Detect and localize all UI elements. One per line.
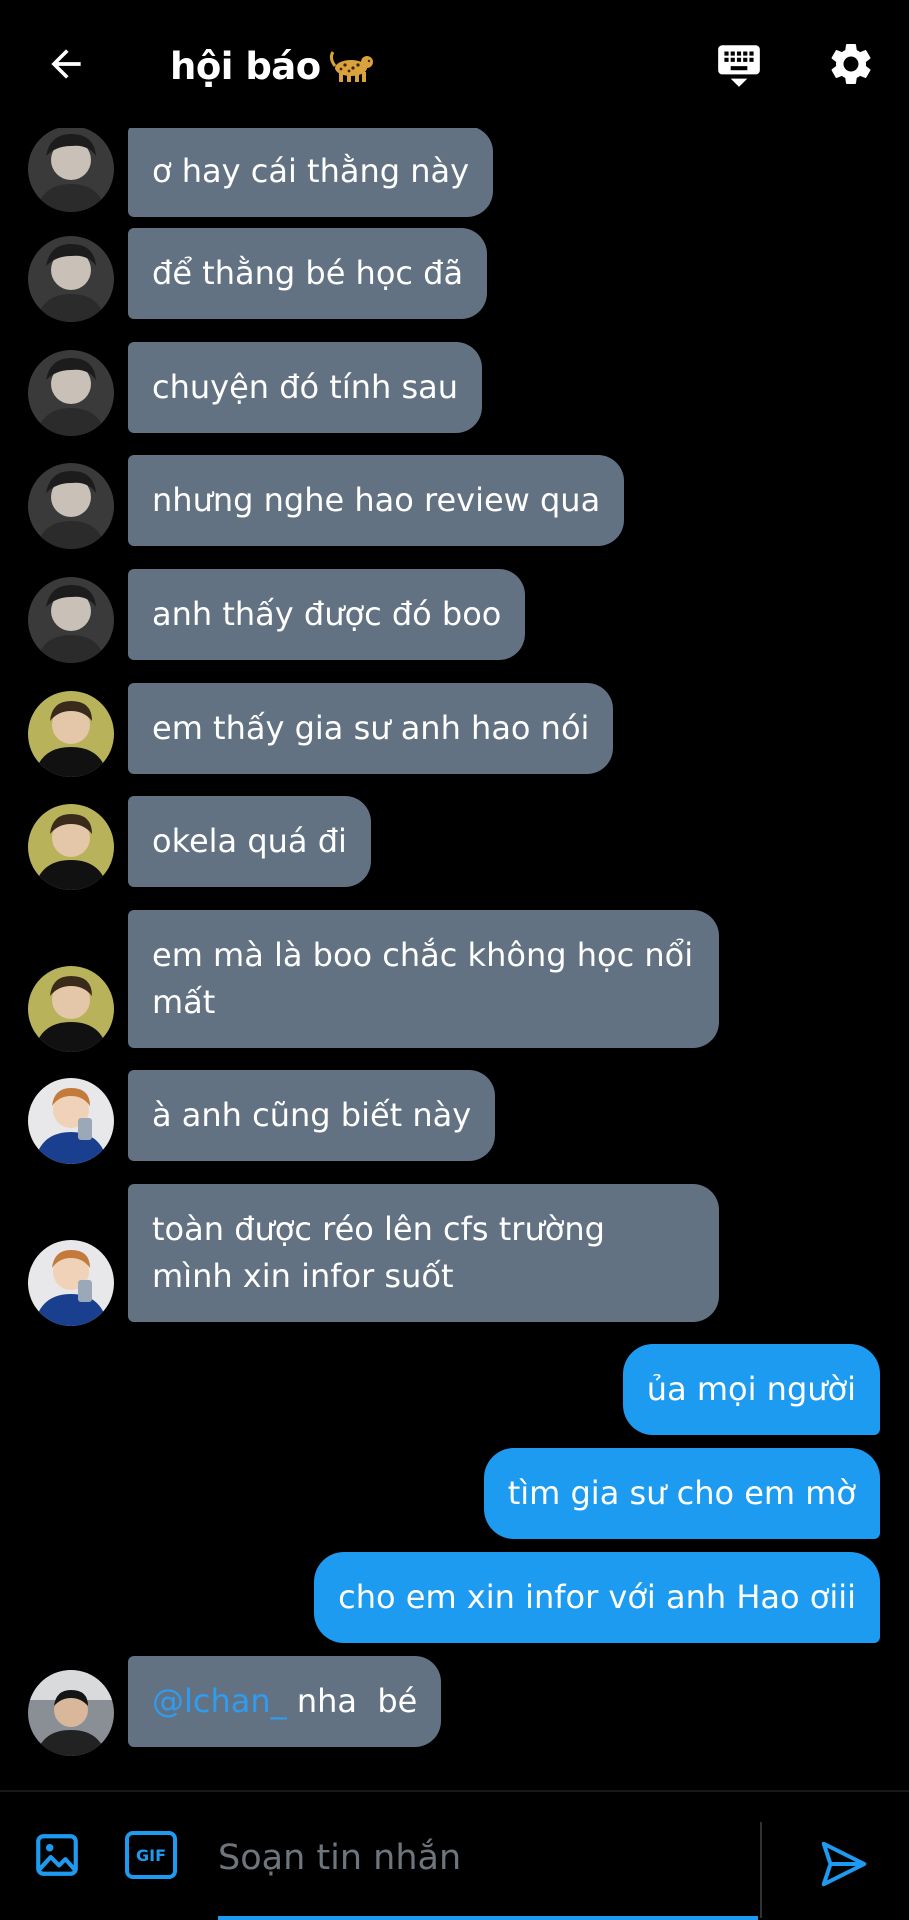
avatar[interactable]: [28, 1670, 114, 1756]
message-text: okela quá đi: [152, 822, 347, 860]
message-text: ủa mọi người: [646, 1370, 856, 1408]
message-text: nha bé: [286, 1682, 418, 1720]
message-input[interactable]: [200, 1820, 740, 1896]
message-text: anh thấy được đó boo: [152, 595, 502, 633]
message-composer: GIF: [0, 1790, 909, 1920]
message-bubble[interactable]: toàn được réo lên cfs trường mình xin in…: [128, 1184, 719, 1322]
message-text: nhưng nghe hao review qua: [152, 481, 601, 519]
message-bubble-outgoing[interactable]: cho em xin infor với anh Hao ơiii: [314, 1552, 880, 1643]
leopard-emoji-icon: [329, 51, 373, 82]
message-bubble[interactable]: chuyện đó tính sau: [128, 342, 483, 433]
arrow-left-icon: [51, 49, 81, 79]
avatar[interactable]: [28, 577, 114, 663]
back-button[interactable]: [40, 38, 92, 90]
composer-divider: [760, 1822, 762, 1918]
conversation-title[interactable]: hội báo: [170, 40, 377, 92]
message-text: em mà là boo chắc không học nổi mất: [152, 936, 694, 1021]
message-bubble[interactable]: okela quá đi: [128, 796, 371, 887]
message-bubble-outgoing[interactable]: ủa mọi người: [622, 1344, 880, 1435]
message-bubble[interactable]: em mà là boo chắc không học nổi mất: [128, 910, 719, 1048]
message-bubble-outgoing[interactable]: tìm gia sư cho em mờ: [483, 1448, 880, 1539]
message-text: tìm gia sư cho em mờ: [507, 1474, 856, 1512]
avatar[interactable]: [28, 126, 114, 212]
message-text: chuyện đó tính sau: [152, 368, 459, 406]
message-bubble[interactable]: để thằng bé học đã: [128, 228, 488, 319]
image-icon: [36, 1834, 78, 1876]
keyboard-icon: [718, 45, 760, 87]
chat-header: hội báo: [0, 0, 909, 128]
message-text: để thằng bé học đã: [152, 254, 464, 292]
avatar[interactable]: [28, 350, 114, 436]
send-icon: [821, 1841, 867, 1887]
avatar[interactable]: [28, 1240, 114, 1326]
avatar[interactable]: [28, 463, 114, 549]
gif-label: GIF: [135, 1845, 166, 1865]
avatar[interactable]: [28, 236, 114, 322]
add-photo-button[interactable]: [30, 1828, 84, 1882]
message-list[interactable]: ơ hay cái thằng này để thằng bé học đã c…: [0, 0, 909, 1790]
message-text: ơ hay cái thằng này: [152, 152, 470, 190]
message-text: à anh cũng biết này: [152, 1096, 472, 1134]
input-focus-underline: [218, 1916, 758, 1920]
page-title: hội báo: [170, 44, 321, 88]
avatar[interactable]: [28, 966, 114, 1052]
message-bubble[interactable]: @lchan_ nha bé: [128, 1656, 442, 1747]
gear-icon: [831, 43, 871, 84]
message-text: toàn được réo lên cfs trường mình xin in…: [152, 1210, 605, 1295]
message-bubble[interactable]: anh thấy được đó boo: [128, 569, 526, 660]
send-button[interactable]: [812, 1832, 876, 1896]
message-bubble[interactable]: ơ hay cái thằng này: [128, 126, 494, 217]
message-bubble[interactable]: à anh cũng biết này: [128, 1070, 496, 1161]
avatar[interactable]: [28, 804, 114, 890]
avatar[interactable]: [28, 691, 114, 777]
message-text: cho em xin infor với anh Hao ơiii: [338, 1578, 856, 1616]
message-bubble[interactable]: nhưng nghe hao review qua: [128, 455, 625, 546]
avatar[interactable]: [28, 1078, 114, 1164]
message-text: em thấy gia sư anh hao nói: [152, 709, 590, 747]
keyboard-button[interactable]: [711, 36, 767, 92]
settings-button[interactable]: [823, 36, 879, 92]
gif-button[interactable]: GIF: [124, 1830, 178, 1880]
message-bubble[interactable]: em thấy gia sư anh hao nói: [128, 683, 614, 774]
mention-link[interactable]: @lchan_: [152, 1682, 287, 1720]
